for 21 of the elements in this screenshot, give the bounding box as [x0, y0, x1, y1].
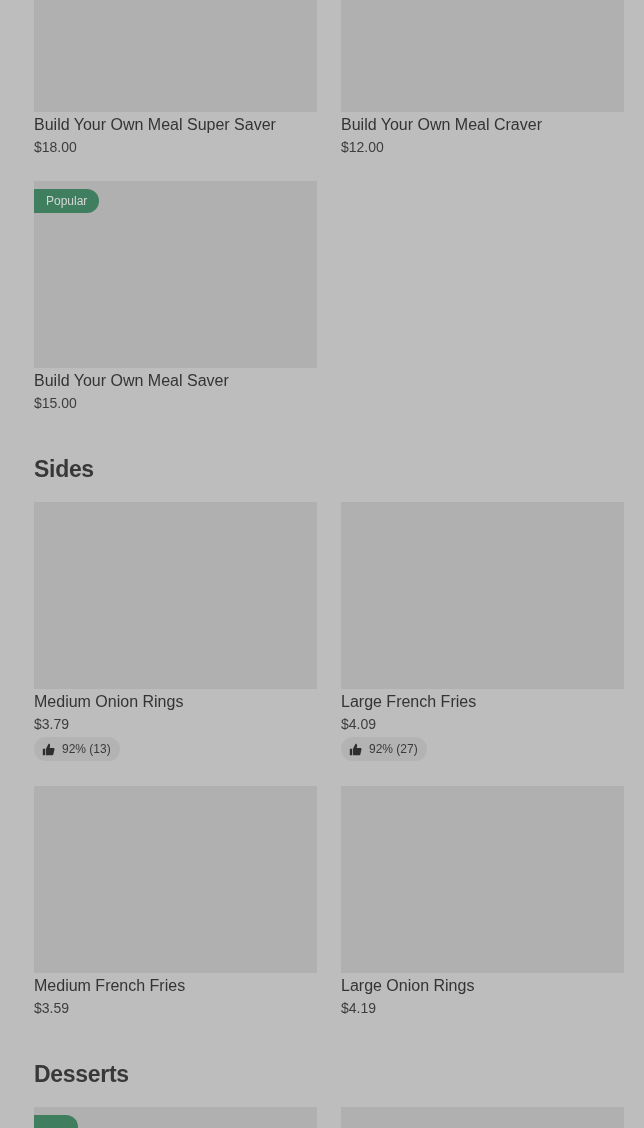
- item-name[interactable]: Build Your Own Meal Craver: [341, 115, 542, 135]
- item-name[interactable]: Large Onion Rings: [341, 976, 475, 996]
- popular-badge: Popular: [34, 189, 100, 213]
- section-heading: Desserts: [34, 1060, 129, 1089]
- rating-text: 92% (13): [62, 742, 111, 756]
- item-name[interactable]: Medium Onion Rings: [34, 692, 184, 712]
- thumbs-up-icon: [42, 742, 55, 756]
- item-name[interactable]: Build Your Own Meal Super Saver: [34, 115, 276, 135]
- item-price: $3.79: [34, 715, 70, 733]
- item-price: $18.00: [34, 138, 77, 156]
- item-name[interactable]: Large French Fries: [341, 692, 477, 712]
- section-heading: Sides: [34, 455, 94, 484]
- item-price: $15.00: [34, 394, 77, 412]
- thumbs-up-icon: [349, 742, 362, 756]
- rating-text: 92% (27): [369, 742, 418, 756]
- item-name[interactable]: Medium French Fries: [34, 976, 186, 996]
- item-price: $4.19: [341, 999, 377, 1017]
- item-price: $12.00: [341, 138, 384, 156]
- item-name[interactable]: Build Your Own Meal Saver: [34, 371, 229, 391]
- item-price: $3.59: [34, 999, 70, 1017]
- item-price: $4.09: [341, 715, 377, 733]
